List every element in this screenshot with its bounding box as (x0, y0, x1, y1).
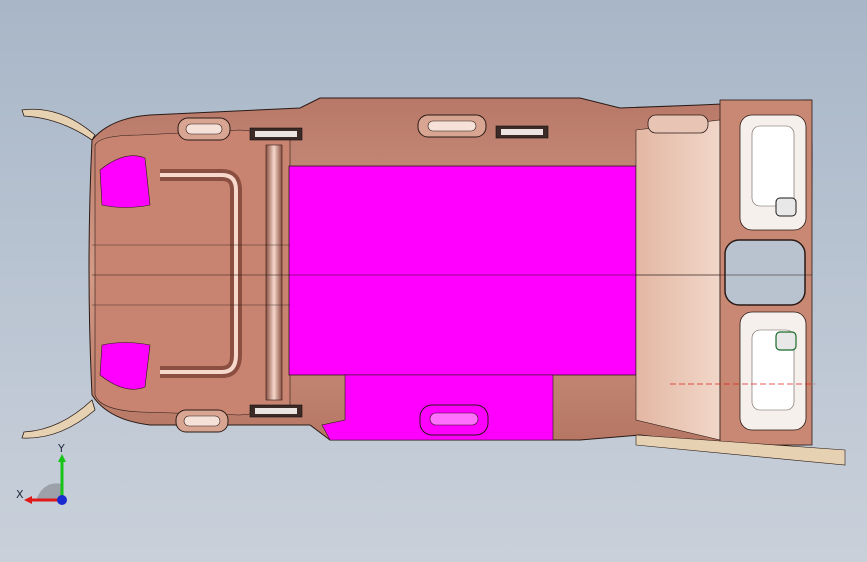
rear-panel (635, 119, 721, 441)
front-right-flap (21, 399, 96, 439)
x-axis-label: X (16, 488, 24, 501)
front-header-bar (265, 144, 283, 401)
graphics-viewport[interactable]: X Y (0, 0, 867, 562)
coordinate-triad: X Y (16, 442, 67, 505)
z-axis-icon (57, 495, 67, 505)
rear-center-opening (724, 239, 806, 306)
car-roof-model[interactable] (0, 0, 867, 562)
handle-rear-top (647, 114, 709, 134)
latch-upper (775, 197, 797, 217)
sunroof-panel (288, 165, 637, 376)
latch-lower (775, 331, 797, 351)
y-axis-label: Y (57, 442, 65, 455)
front-left-flap (21, 108, 96, 141)
